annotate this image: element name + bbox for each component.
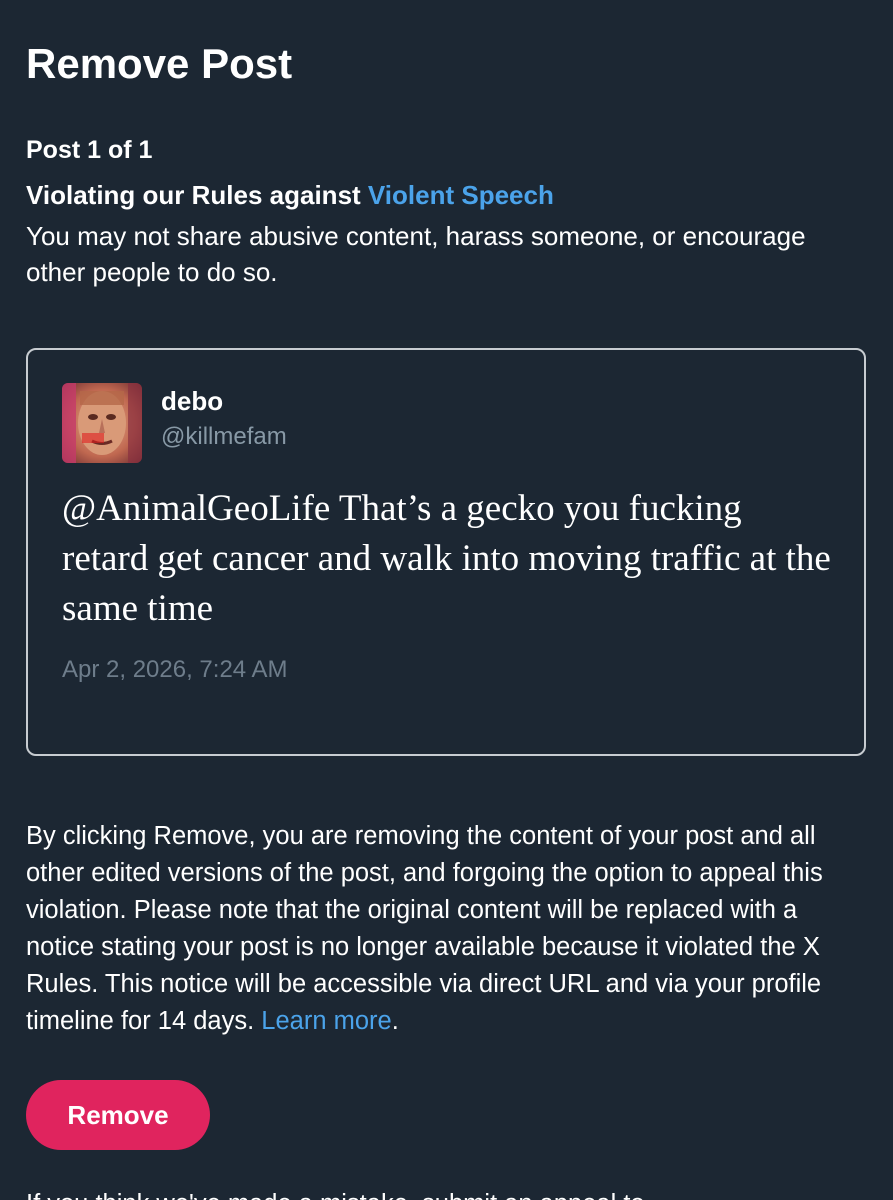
page-title: Remove Post xyxy=(26,40,293,87)
removal-notice: By clicking Remove, you are removing the… xyxy=(26,818,869,1040)
violation-description: You may not share abusive content, haras… xyxy=(26,221,806,287)
post-text: @AnimalGeoLife That’s a gecko you fuckin… xyxy=(62,488,831,629)
profile-photo-icon xyxy=(62,383,142,463)
post-count: Post 1 of 1 xyxy=(26,136,153,164)
post-display-name[interactable]: debo xyxy=(161,385,223,417)
removal-notice-period: . xyxy=(391,1007,399,1035)
appeal-text-cutoff: If you think we've made a mistake, submi… xyxy=(26,1186,869,1200)
removal-notice-text: By clicking Remove, you are removing the… xyxy=(26,822,823,1035)
remove-button[interactable]: Remove xyxy=(26,1080,210,1150)
avatar[interactable] xyxy=(62,383,142,463)
post-handle[interactable]: @killmefam xyxy=(161,422,287,452)
rule-link-violent-speech[interactable]: Violent Speech xyxy=(368,180,554,210)
post-card: debo @killmefam @AnimalGeoLife That’s a … xyxy=(26,348,866,756)
violation-rule: Violating our Rules against Violent Spee… xyxy=(26,178,554,212)
learn-more-link[interactable]: Learn more xyxy=(261,1007,391,1035)
post-timestamp: Apr 2, 2026, 7:24 AM xyxy=(62,656,288,683)
violation-rule-prefix: Violating our Rules against xyxy=(26,180,368,210)
